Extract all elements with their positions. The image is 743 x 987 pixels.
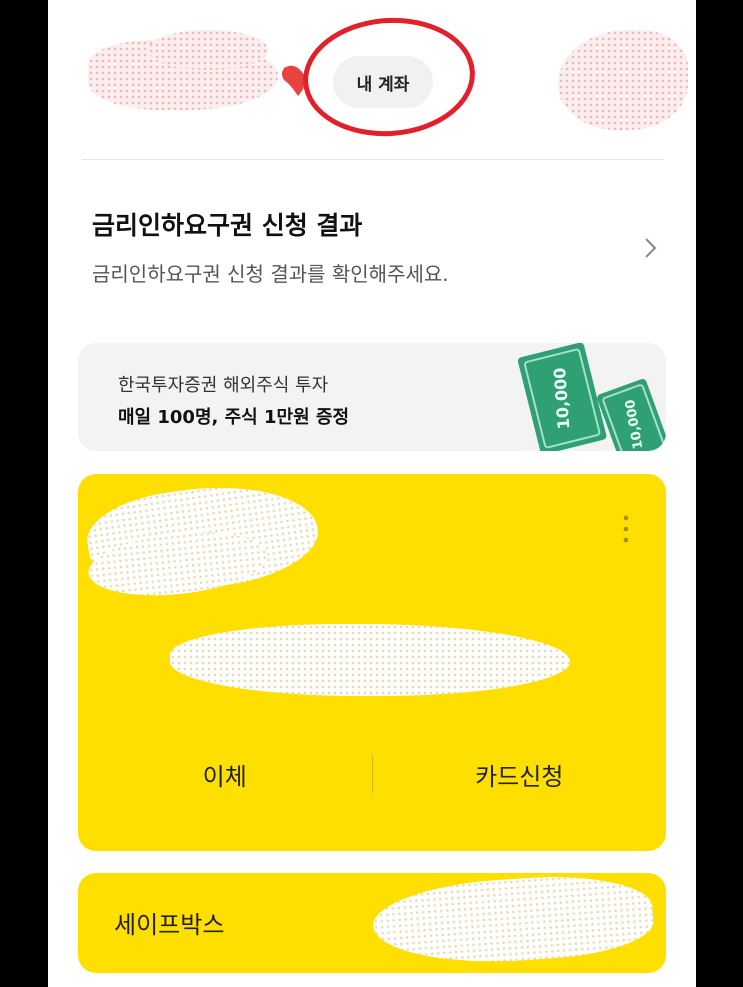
rate-cut-title: 금리인하요구권 신청 결과 <box>92 211 363 240</box>
app-screen: 내 계좌 금리인하요구권 신청 결과 금리인하요구권 신청 결과를 확인해주세요… <box>48 0 696 987</box>
account-actions: 이체 카드신청 <box>78 746 666 802</box>
card-apply-button[interactable]: 카드신청 <box>373 756 667 793</box>
rate-cut-request-result[interactable]: 금리인하요구권 신청 결과 금리인하요구권 신청 결과를 확인해주세요. <box>92 200 672 290</box>
money-bill-icon: 10,000 10,000 <box>517 343 666 451</box>
heart-icon <box>282 65 306 96</box>
header: 내 계좌 <box>48 0 696 160</box>
promo-banner[interactable]: 한국투자증권 해외주식 투자 매일 100명, 주식 1만원 증정 10,000… <box>78 343 666 451</box>
my-account-button[interactable]: 내 계좌 <box>333 56 433 108</box>
redacted-safebox-balance <box>370 873 656 971</box>
safebox-label: 세이프박스 <box>114 911 225 939</box>
transfer-button[interactable]: 이체 <box>78 756 372 793</box>
promo-line-2: 매일 100명, 주식 1만원 증정 <box>118 407 350 428</box>
rate-cut-subtitle: 금리인하요구권 신청 결과를 확인해주세요. <box>92 262 449 286</box>
promo-line-1: 한국투자증권 해외주식 투자 <box>118 375 329 396</box>
vertical-dots-icon[interactable] <box>616 512 636 546</box>
header-divider <box>82 159 664 160</box>
redacted-info-scribble <box>558 30 688 130</box>
chevron-right-icon <box>645 238 657 258</box>
redacted-balance <box>170 624 570 696</box>
redacted-name-scribble <box>148 30 268 70</box>
safebox-card[interactable]: 세이프박스 <box>78 873 666 973</box>
account-card[interactable]: 이체 카드신청 <box>78 474 666 851</box>
